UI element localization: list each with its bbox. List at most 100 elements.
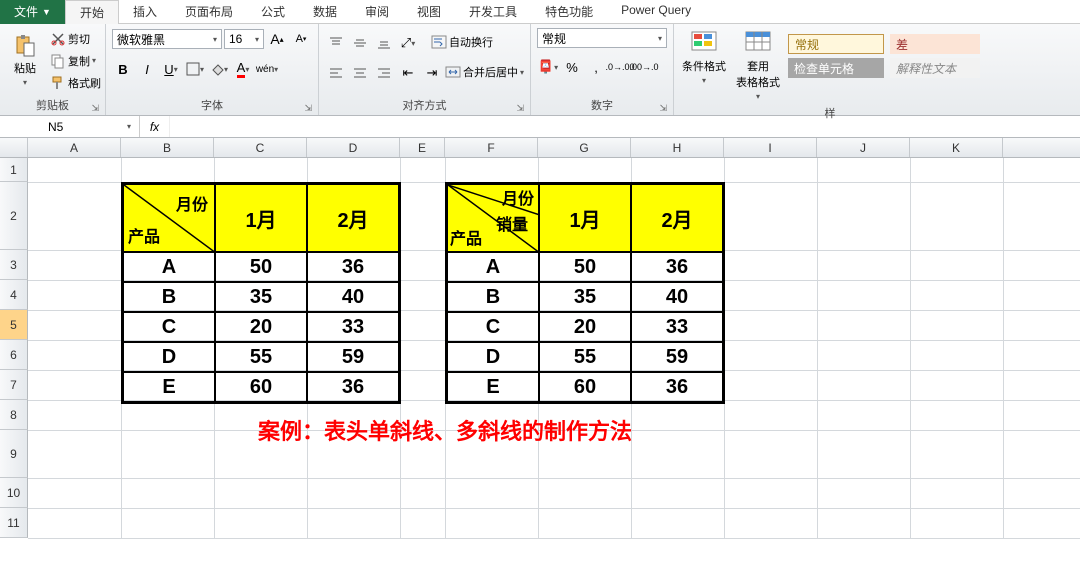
number-format-select[interactable]: 常规▾: [537, 28, 667, 48]
caption-text: 案例：表头单斜线、多斜线的制作方法: [258, 414, 632, 446]
increase-font-button[interactable]: A▴: [266, 28, 288, 50]
col-header-B[interactable]: B: [121, 138, 214, 157]
fx-button[interactable]: fx: [140, 116, 170, 137]
format-painter-button[interactable]: 格式刷: [50, 73, 101, 93]
paste-icon: [13, 34, 37, 58]
align-middle-button[interactable]: [349, 32, 371, 54]
col-header-J[interactable]: J: [817, 138, 910, 157]
data-table: 月份产品1月2月A5036B3540C2033D5559E6036: [121, 182, 401, 404]
dialog-launcher-icon[interactable]: ⇲: [516, 103, 524, 114]
font-name-select[interactable]: 微软雅黑▾: [112, 29, 222, 49]
tab-开发工具[interactable]: 开发工具: [455, 0, 531, 24]
col-header-I[interactable]: I: [724, 138, 817, 157]
col-header-K[interactable]: K: [910, 138, 1003, 157]
tab-视图[interactable]: 视图: [403, 0, 455, 24]
tab-开始[interactable]: 开始: [65, 0, 119, 24]
row-header-2[interactable]: 2: [0, 182, 28, 250]
tab-数据[interactable]: 数据: [299, 0, 351, 24]
bucket-icon: [210, 62, 224, 76]
orientation-button[interactable]: ⤢▾: [397, 32, 419, 54]
cell-style-normal[interactable]: 常规: [788, 34, 884, 54]
ribbon-tabs: 文件▼ 开始插入页面布局公式数据审阅视图开发工具特色功能Power Query: [0, 0, 1080, 24]
tab-公式[interactable]: 公式: [247, 0, 299, 24]
copy-icon: [50, 53, 66, 69]
percent-button[interactable]: %: [561, 56, 583, 78]
copy-button[interactable]: 复制▾: [50, 51, 101, 71]
align-bottom-button[interactable]: [373, 32, 395, 54]
row-header-7[interactable]: 7: [0, 370, 28, 400]
row-header-8[interactable]: 8: [0, 400, 28, 430]
group-number: 常规▾ 📮▾ % , .0→.00 .00→.0 数字⇲: [531, 24, 674, 115]
tab-Power Query[interactable]: Power Query: [607, 0, 705, 24]
font-size-select[interactable]: 16▾: [224, 29, 264, 49]
cell-style-check[interactable]: 检查单元格: [788, 58, 884, 78]
row-headers: 1234567891011: [0, 158, 28, 538]
italic-button[interactable]: I: [136, 58, 158, 80]
table-icon: [744, 28, 772, 56]
border-button[interactable]: ▾: [184, 58, 206, 80]
format-table-button[interactable]: 套用 表格格式▾: [734, 28, 782, 101]
cond-format-icon: [690, 28, 718, 56]
select-all-corner[interactable]: [0, 138, 28, 157]
row-header-3[interactable]: 3: [0, 250, 28, 280]
decrease-indent-button[interactable]: ⇤: [397, 62, 419, 84]
underline-button[interactable]: U▾: [160, 58, 182, 80]
paste-button[interactable]: 粘贴▾: [4, 26, 46, 95]
bold-button[interactable]: B: [112, 58, 134, 80]
data-table: 月份销量产品1月2月A5036B3540C2033D5559E6036: [445, 182, 725, 404]
wrap-icon: [431, 34, 447, 50]
align-top-button[interactable]: [325, 32, 347, 54]
tab-页面布局[interactable]: 页面布局: [171, 0, 247, 24]
wrap-text-button[interactable]: 自动换行: [431, 32, 493, 52]
fill-color-button[interactable]: ▾: [208, 58, 230, 80]
decrease-font-button[interactable]: A▾: [290, 28, 312, 50]
phonetic-button[interactable]: wén▾: [256, 58, 278, 80]
group-font: 微软雅黑▾ 16▾ A▴ A▾ B I U▾ ▾ ▾ A▾ wén▾ 字体⇲: [106, 24, 319, 115]
row-header-6[interactable]: 6: [0, 340, 28, 370]
group-styles: 条件格式▾ 套用 表格格式▾ 常规 检查单元格 差 解释性文本 样: [674, 24, 986, 115]
col-header-A[interactable]: A: [28, 138, 121, 157]
increase-indent-button[interactable]: ⇥: [421, 62, 443, 84]
align-right-button[interactable]: [373, 62, 395, 84]
decrease-decimal-button[interactable]: .00→.0: [633, 56, 655, 78]
conditional-format-button[interactable]: 条件格式▾: [680, 28, 728, 101]
tab-插入[interactable]: 插入: [119, 0, 171, 24]
row-header-1[interactable]: 1: [0, 158, 28, 182]
tab-file[interactable]: 文件▼: [0, 0, 65, 24]
row-header-4[interactable]: 4: [0, 280, 28, 310]
comma-button[interactable]: ,: [585, 56, 607, 78]
col-header-F[interactable]: F: [445, 138, 538, 157]
name-box[interactable]: N5▾: [40, 116, 140, 137]
row-header-9[interactable]: 9: [0, 430, 28, 478]
increase-decimal-button[interactable]: .0→.00: [609, 56, 631, 78]
merge-icon: [445, 64, 461, 80]
font-color-button[interactable]: A▾: [232, 58, 254, 80]
align-left-button[interactable]: [325, 62, 347, 84]
row-header-10[interactable]: 10: [0, 478, 28, 508]
ribbon: 粘贴▾ 剪切 复制▾ 格式刷 剪贴板⇲ 微软雅黑▾ 16▾ A▴ A▾ B I …: [0, 24, 1080, 116]
cell-style-bad[interactable]: 差: [890, 34, 980, 54]
col-header-G[interactable]: G: [538, 138, 631, 157]
accounting-button[interactable]: 📮▾: [537, 56, 559, 78]
dialog-launcher-icon[interactable]: ⇲: [91, 103, 99, 114]
col-header-C[interactable]: C: [214, 138, 307, 157]
row-header-5[interactable]: 5: [0, 310, 28, 340]
tab-审阅[interactable]: 审阅: [351, 0, 403, 24]
tab-特色功能[interactable]: 特色功能: [531, 0, 607, 24]
group-alignment: ⤢▾ 自动换行 ⇤ ⇥ 合并后居中▾ 对齐方式⇲: [319, 24, 531, 115]
dialog-launcher-icon[interactable]: ⇲: [659, 103, 667, 114]
dialog-launcher-icon[interactable]: ⇲: [304, 103, 312, 114]
col-header-H[interactable]: H: [631, 138, 724, 157]
row-header-11[interactable]: 11: [0, 508, 28, 538]
chevron-down-icon: ▼: [42, 7, 51, 17]
merge-center-button[interactable]: 合并后居中▾: [445, 62, 524, 82]
cell-style-explain[interactable]: 解释性文本: [890, 58, 980, 78]
cut-button[interactable]: 剪切: [50, 29, 101, 49]
scissors-icon: [50, 31, 66, 47]
group-clipboard: 粘贴▾ 剪切 复制▾ 格式刷 剪贴板⇲: [0, 24, 106, 115]
align-center-button[interactable]: [349, 62, 371, 84]
spreadsheet-grid[interactable]: 1234567891011 月份产品1月2月A5036B3540C2033D55…: [0, 158, 1080, 538]
border-icon: [186, 62, 200, 76]
col-header-D[interactable]: D: [307, 138, 400, 157]
col-header-E[interactable]: E: [400, 138, 445, 157]
